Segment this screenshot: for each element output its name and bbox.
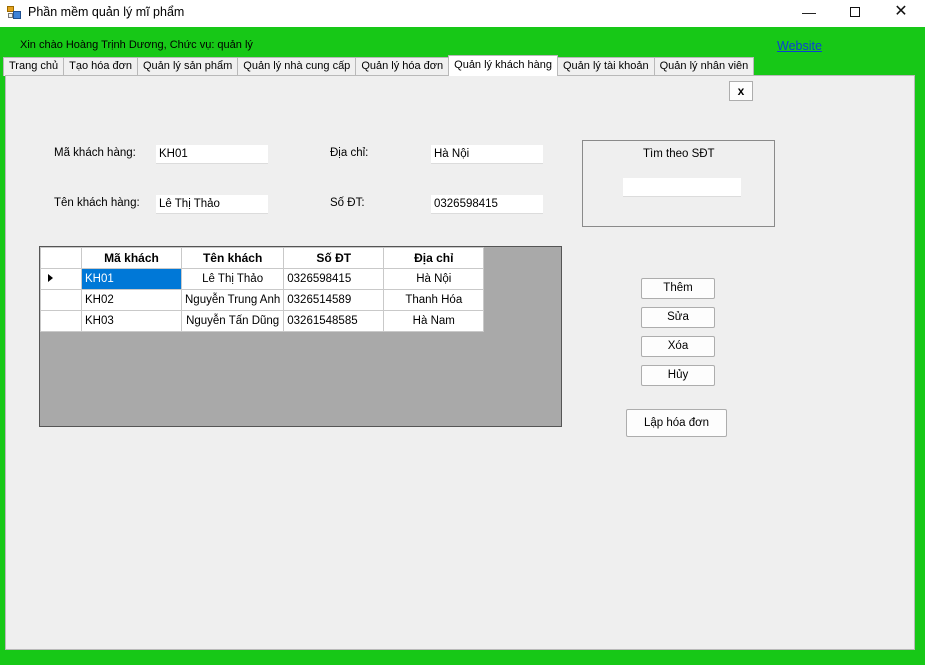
window-title: Phần mềm quản lý mĩ phẩm (28, 5, 185, 19)
cell-phone[interactable]: 0326514589 (283, 289, 385, 311)
tab-strip: Trang chủ Tạo hóa đơn Quản lý sản phẩm Q… (3, 55, 755, 76)
tab-employees[interactable]: Quản lý nhân viên (653, 57, 755, 76)
tab-create-invoice[interactable]: Tạo hóa đơn (63, 57, 138, 76)
cell-id[interactable]: KH02 (81, 289, 182, 311)
search-groupbox-title: Tìm theo SĐT (641, 148, 717, 160)
search-phone-input[interactable] (623, 178, 741, 197)
cell-phone[interactable]: 03261548585 (283, 310, 385, 332)
phone-label: Số ĐT: (330, 197, 365, 209)
cell-address[interactable]: Thanh Hóa (383, 289, 485, 311)
customer-id-label: Mã khách hàng: (54, 147, 136, 159)
edit-button[interactable]: Sửa (641, 307, 715, 328)
maximize-button[interactable] (832, 0, 878, 26)
address-label: Địa chỉ: (330, 147, 369, 159)
cell-address[interactable]: Hà Nội (383, 268, 485, 290)
cell-phone[interactable]: 0326598415 (283, 268, 385, 290)
app-icon (7, 6, 21, 19)
delete-button[interactable]: Xóa (641, 336, 715, 357)
cancel-button[interactable]: Hủy (641, 365, 715, 386)
column-header-name[interactable]: Tên khách (180, 247, 285, 269)
tab-invoices[interactable]: Quản lý hóa đơn (355, 57, 450, 76)
cell-id[interactable]: KH01 (81, 268, 182, 290)
customer-table: Mã khách Tên khách Số ĐT Địa chỉ KH01 Lê… (40, 247, 485, 332)
column-header-id[interactable]: Mã khách (81, 247, 182, 269)
tab-suppliers[interactable]: Quản lý nhà cung cấp (237, 57, 357, 76)
grid-header-row: Mã khách Tên khách Số ĐT Địa chỉ (40, 247, 485, 269)
customer-id-field[interactable]: KH01 (156, 145, 268, 164)
add-button[interactable]: Thêm (641, 278, 715, 299)
tab-accounts[interactable]: Quản lý tài khoản (557, 57, 655, 76)
minimize-button[interactable]: — (786, 0, 832, 26)
cell-name[interactable]: Nguyễn Tấn Dũng (180, 310, 285, 332)
row-header[interactable] (40, 268, 82, 290)
table-row[interactable]: KH02 Nguyễn Trung Anh 0326514589 Thanh H… (40, 289, 485, 311)
search-groupbox: Tìm theo SĐT (582, 140, 775, 227)
customers-tab-page: x Mã khách hàng: KH01 Tên khách hàng: Lê… (5, 75, 915, 650)
table-row[interactable]: KH03 Nguyễn Tấn Dũng 03261548585 Hà Nam (40, 310, 485, 332)
row-header-corner (40, 247, 82, 269)
close-tab-button[interactable]: x (729, 81, 753, 101)
current-row-arrow-icon (48, 274, 53, 282)
row-header[interactable] (40, 310, 82, 332)
cell-address[interactable]: Hà Nam (383, 310, 485, 332)
tab-home[interactable]: Trang chủ (3, 57, 65, 76)
customer-grid[interactable]: Mã khách Tên khách Số ĐT Địa chỉ KH01 Lê… (39, 246, 562, 427)
cell-id[interactable]: KH03 (81, 310, 182, 332)
cell-name[interactable]: Lê Thị Thảo (180, 268, 285, 290)
close-window-button[interactable]: ✕ (878, 0, 924, 26)
column-header-phone[interactable]: Số ĐT (283, 247, 385, 269)
title-bar: Phần mềm quản lý mĩ phẩm — ✕ (0, 0, 925, 26)
table-row[interactable]: KH01 Lê Thị Thảo 0326598415 Hà Nội (40, 268, 485, 290)
greeting-label: Xin chào Hoàng Trịnh Dương, Chức vụ: quả… (20, 39, 253, 51)
customer-name-field[interactable]: Lê Thị Thảo (156, 195, 268, 214)
website-link[interactable]: Website (777, 39, 822, 53)
row-header[interactable] (40, 289, 82, 311)
address-field[interactable]: Hà Nội (431, 145, 543, 164)
phone-field[interactable]: 0326598415 (431, 195, 543, 214)
column-header-address[interactable]: Địa chỉ (383, 247, 485, 269)
client-area: Xin chào Hoàng Trịnh Dương, Chức vụ: quả… (0, 27, 925, 665)
cell-name[interactable]: Nguyễn Trung Anh (180, 289, 285, 311)
tab-customers[interactable]: Quản lý khách hàng (448, 55, 558, 76)
maximize-icon (850, 7, 860, 17)
create-invoice-button[interactable]: Lập hóa đơn (626, 409, 727, 437)
tab-products[interactable]: Quản lý sản phẩm (137, 57, 239, 76)
customer-name-label: Tên khách hàng: (54, 197, 140, 209)
